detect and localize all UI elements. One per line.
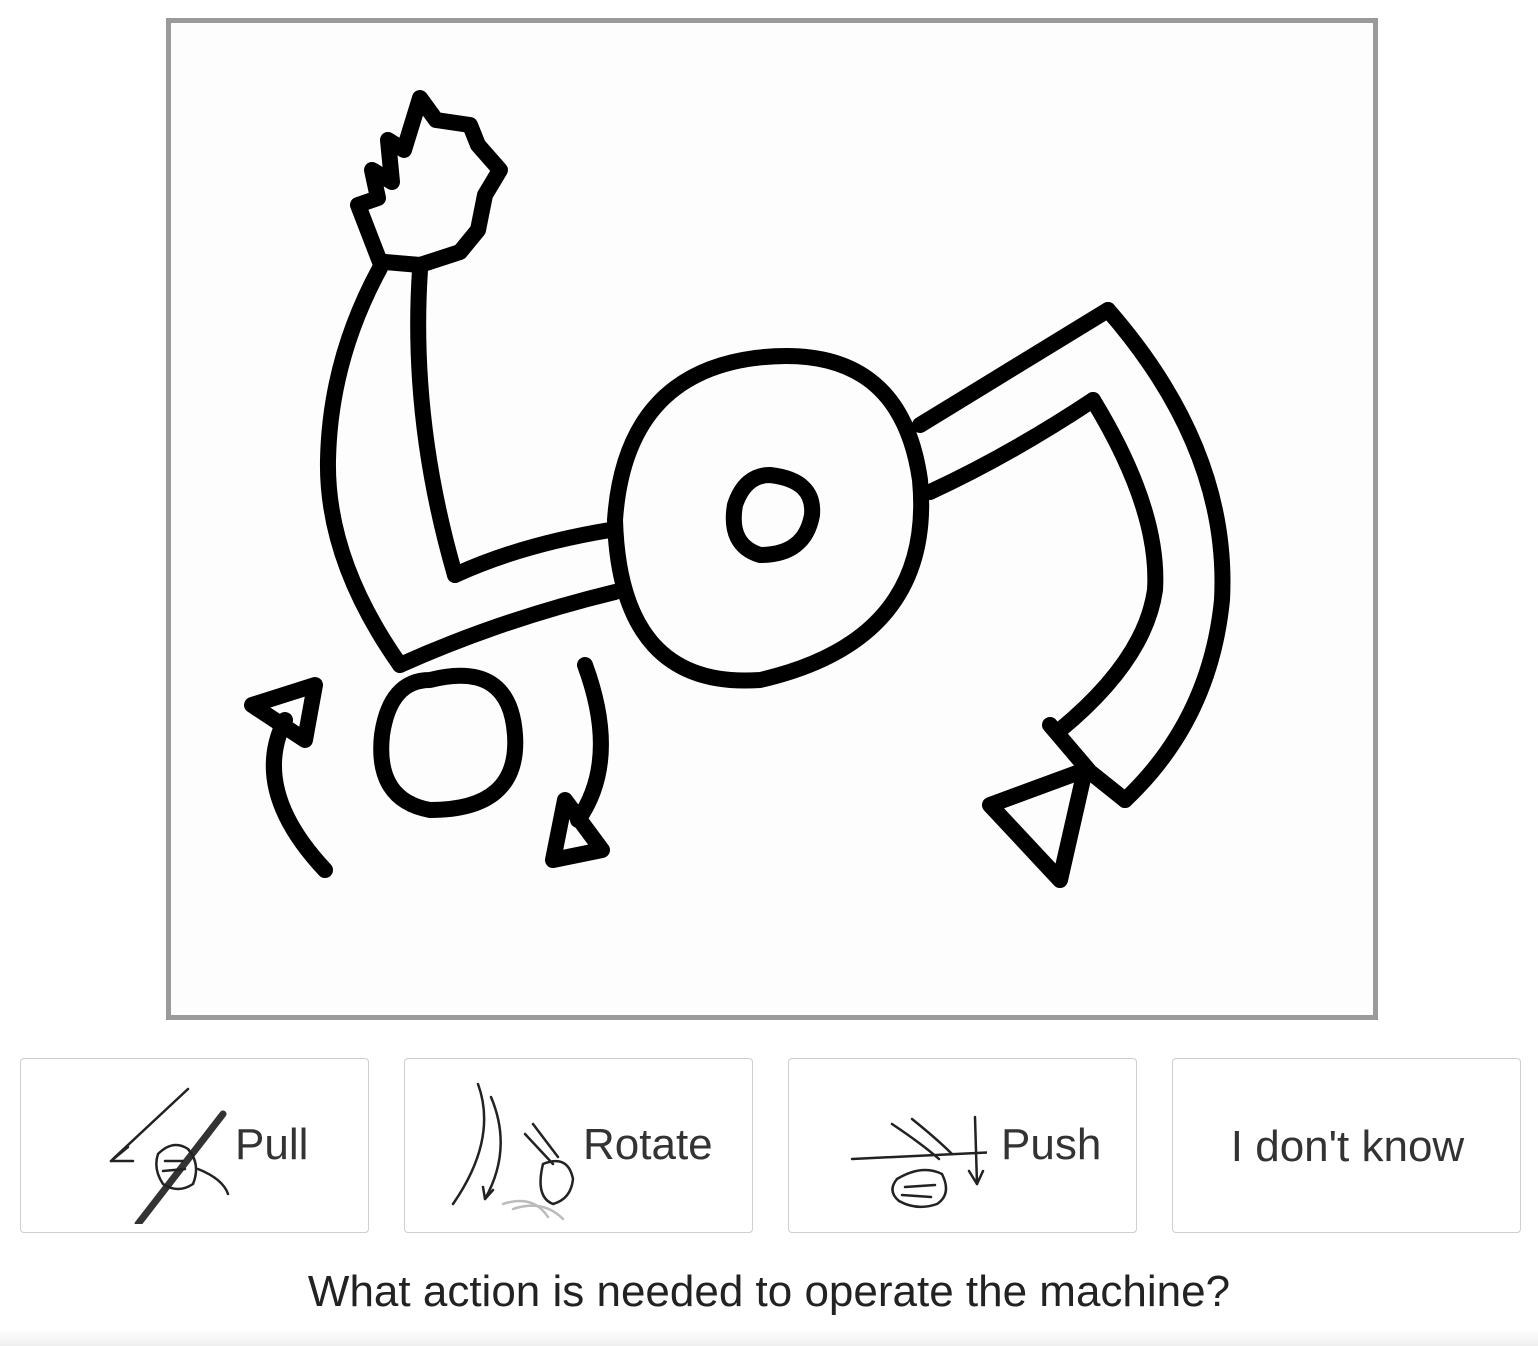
pull-label: Pull: [235, 1120, 309, 1169]
i-dont-know-label: I don't know: [1230, 1122, 1465, 1171]
small-wheel: [373, 667, 524, 818]
flame-tip: [350, 90, 508, 273]
left-arm-outer: [319, 260, 408, 673]
right-arm-bottom: [922, 392, 1101, 500]
answer-choices: Pull Rotate Push I don't know: [20, 1058, 1524, 1236]
big-wheel: [607, 347, 930, 689]
right-arrow-head: [545, 792, 610, 868]
i-dont-know-button[interactable]: I don't know: [1172, 1058, 1521, 1233]
push-button[interactable]: Push: [788, 1058, 1137, 1233]
right-arm-outer: [1100, 302, 1231, 808]
rotate-button[interactable]: Rotate: [404, 1058, 753, 1233]
push-hand-icon: [850, 1115, 987, 1209]
wheel-hub: [725, 467, 821, 563]
question-text: What action is needed to operate the mac…: [307, 1267, 1231, 1316]
machine-drawing-frame: [166, 18, 1378, 1020]
rotate-label: Rotate: [583, 1120, 713, 1169]
left-arm-inner: [410, 262, 463, 583]
push-label: Push: [1001, 1120, 1102, 1169]
page-bottom-edge: [0, 1330, 1538, 1346]
app-stage: Pull Rotate Push I don't know What actio…: [0, 0, 1538, 1346]
left-arm-lower: [392, 584, 623, 673]
right-cone: [982, 762, 1093, 888]
right-arm-inner: [1052, 392, 1164, 738]
rotate-hand-icon: [451, 1082, 575, 1221]
left-arm-bottom: [447, 522, 618, 583]
right-arrow-curve: [570, 657, 609, 828]
pull-button[interactable]: Pull: [20, 1058, 369, 1233]
pull-hand-rope-icon: [109, 1087, 230, 1224]
